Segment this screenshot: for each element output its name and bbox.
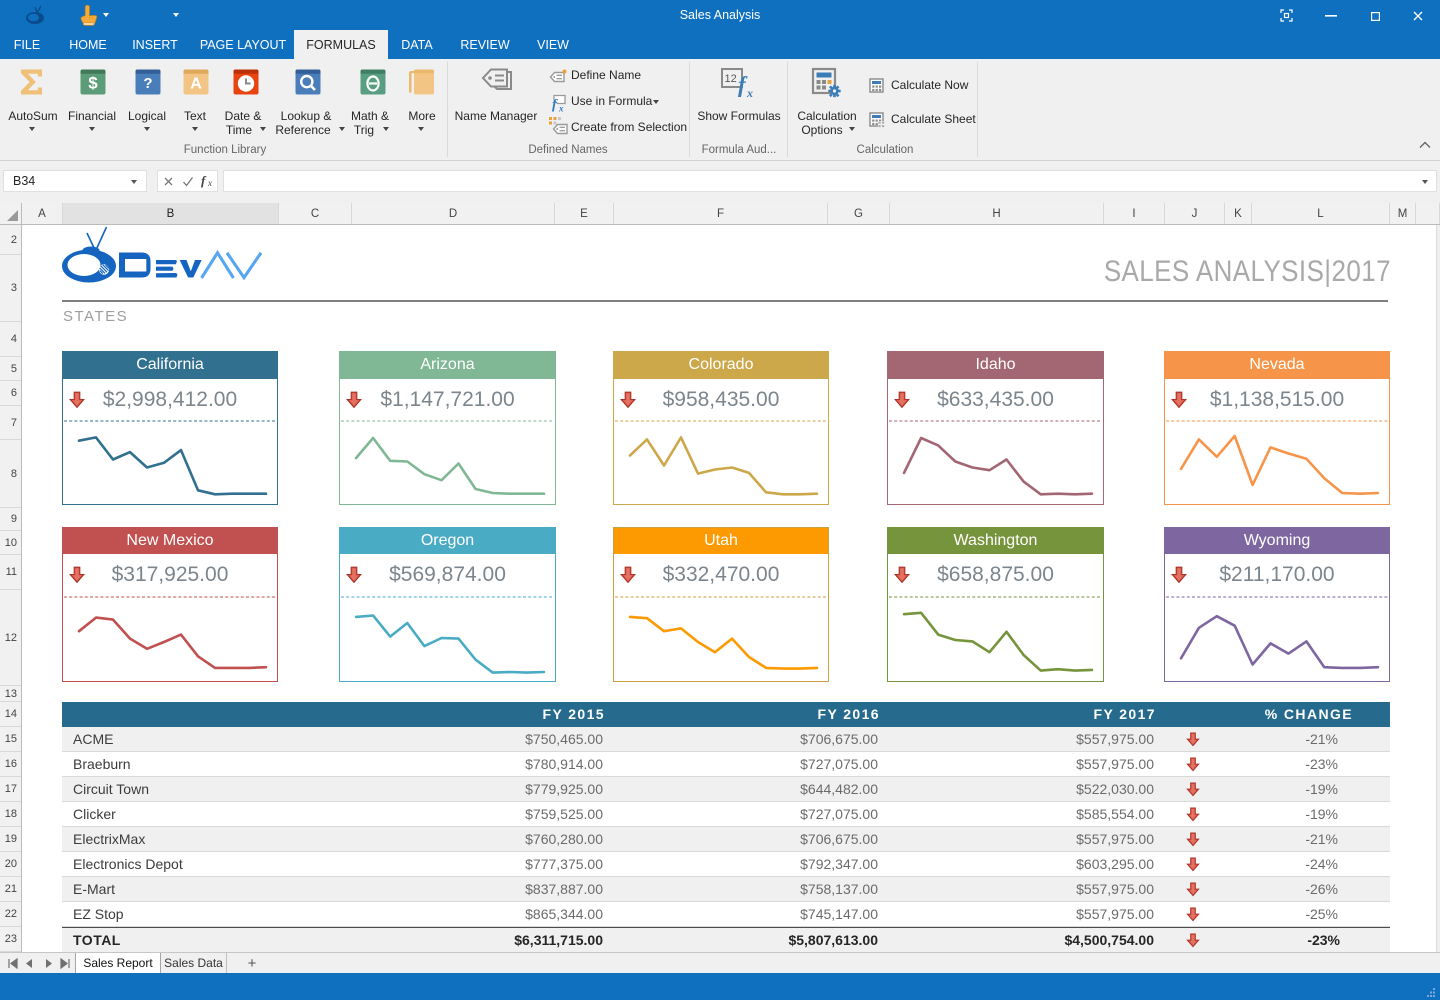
svg-text:x: x <box>558 104 564 113</box>
svg-text:x: x <box>746 86 753 99</box>
svg-text:12: 12 <box>725 73 737 85</box>
svg-text:A: A <box>190 76 202 93</box>
svg-text:$: $ <box>88 74 98 93</box>
svg-text:?: ? <box>143 75 152 92</box>
